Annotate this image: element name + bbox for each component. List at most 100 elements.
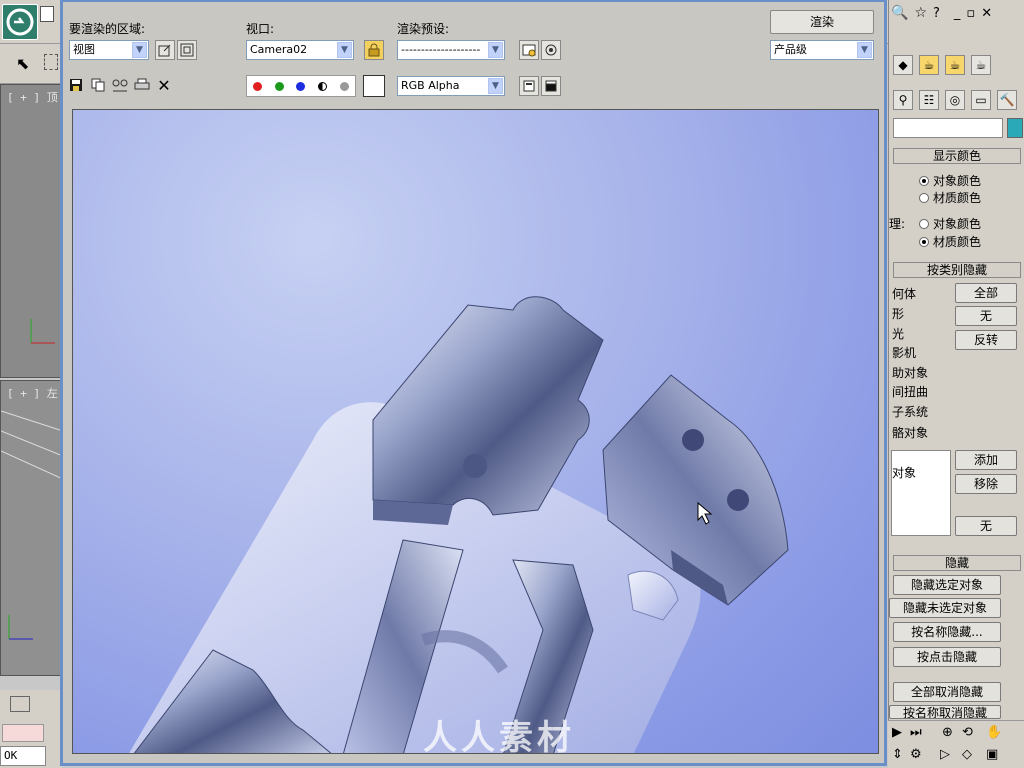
category-shapes[interactable]: 形 bbox=[892, 305, 904, 322]
category-space-warps[interactable]: 间扭曲 bbox=[892, 383, 928, 400]
goto-end-icon[interactable]: ⏭ bbox=[910, 725, 922, 740]
app-logo-icon[interactable] bbox=[2, 4, 38, 40]
star-icon[interactable]: ☆ bbox=[914, 5, 927, 21]
rollout-display-color[interactable]: 显示颜色 bbox=[893, 148, 1021, 164]
viewport-grid-lines bbox=[1, 410, 63, 480]
clear-icon[interactable]: ✕ bbox=[155, 76, 173, 95]
restore-icon[interactable]: ▫ bbox=[966, 6, 975, 21]
red-channel-icon[interactable] bbox=[249, 77, 267, 95]
viewport-left-label[interactable]: [ + ] 左 bbox=[7, 385, 58, 401]
hide-selected-button[interactable]: 隐藏选定对象 bbox=[893, 575, 1001, 595]
pan-icon[interactable]: ✋ bbox=[986, 725, 1002, 740]
print-image-icon[interactable] bbox=[133, 76, 151, 94]
viewport-top[interactable]: [ + ] 顶 bbox=[0, 84, 62, 378]
category-cameras[interactable]: 影机 bbox=[892, 344, 916, 361]
monochrome-icon[interactable] bbox=[335, 77, 353, 95]
object-name-field[interactable] bbox=[893, 118, 1003, 138]
radio-material-color-2[interactable]: 材质颜色 bbox=[919, 233, 981, 250]
blue-channel-icon[interactable] bbox=[292, 77, 310, 95]
edit-region-icon[interactable] bbox=[155, 40, 175, 60]
category-particle-systems[interactable]: 子系统 bbox=[892, 403, 928, 420]
green-channel-icon[interactable] bbox=[270, 77, 288, 95]
orbit-icon[interactable]: ⟲ bbox=[962, 725, 973, 740]
search-icon[interactable]: 🔍 bbox=[891, 5, 908, 21]
toggle-ui-icon[interactable] bbox=[541, 76, 561, 96]
chevron-down-icon[interactable]: ▼ bbox=[488, 78, 503, 94]
remove-button[interactable]: 移除 bbox=[955, 474, 1017, 494]
teapot-tab-icon[interactable]: ☕ bbox=[919, 55, 939, 75]
select-arrow-icon[interactable]: ⬉ bbox=[16, 54, 29, 73]
viewport-left[interactable]: [ + ] 左 bbox=[0, 380, 63, 676]
frame-spinner-icon[interactable]: ⇕ bbox=[892, 747, 903, 762]
play-button-icon[interactable]: ▶ bbox=[892, 725, 902, 740]
render-preset-label: 渲染预设: bbox=[397, 22, 450, 36]
object-color-swatch[interactable] bbox=[1007, 118, 1023, 138]
clone-frame-window-icon[interactable] bbox=[111, 76, 129, 94]
add-button[interactable]: 添加 bbox=[955, 450, 1017, 470]
hide-unselected-button[interactable]: 隐藏未选定对象 bbox=[889, 598, 1001, 618]
close-icon[interactable]: ✕ bbox=[981, 6, 992, 21]
rollout-hide-by-category[interactable]: 按类别隐藏 bbox=[893, 262, 1021, 278]
chevron-down-icon[interactable]: ▼ bbox=[337, 42, 352, 58]
lock-icon[interactable] bbox=[364, 40, 384, 60]
monitor-icon[interactable]: ▭ bbox=[971, 90, 991, 110]
render-button[interactable]: 渲染 bbox=[770, 10, 874, 34]
toggle-ui-overlay-icon[interactable] bbox=[519, 76, 539, 96]
new-file-icon[interactable] bbox=[40, 6, 54, 22]
chevron-down-icon[interactable]: ▼ bbox=[488, 42, 503, 58]
category-bone-objects[interactable]: 骼对象 bbox=[892, 424, 928, 441]
minimize-icon[interactable]: _ bbox=[954, 6, 961, 21]
teapot-icon[interactable]: ☕ bbox=[971, 55, 991, 75]
unhide-by-name-button[interactable]: 按名称取消隐藏 bbox=[889, 705, 1001, 719]
category-lights[interactable]: 光 bbox=[892, 325, 904, 342]
category-all-button[interactable]: 全部 bbox=[955, 283, 1017, 303]
status-field: OK bbox=[0, 746, 46, 766]
list-none-button[interactable]: 无 bbox=[955, 516, 1017, 536]
display-channel-select[interactable]: RGB Alpha ▼ bbox=[397, 76, 505, 96]
select-region-icon[interactable] bbox=[44, 54, 58, 70]
render-area-select[interactable]: 视图 ▼ bbox=[69, 40, 149, 60]
alpha-channel-icon[interactable] bbox=[314, 77, 332, 95]
display-icon[interactable]: ◎ bbox=[945, 90, 965, 110]
save-image-icon[interactable] bbox=[67, 76, 85, 94]
category-helpers[interactable]: 助对象 bbox=[892, 364, 928, 381]
radio-object-color-2[interactable]: 对象颜色 bbox=[919, 215, 981, 232]
category-geometry[interactable]: 何体 bbox=[892, 285, 916, 302]
rendered-image: 人人素材 bbox=[72, 109, 879, 754]
render-preset-select[interactable]: -------------------- ▼ bbox=[397, 40, 505, 60]
panel-top-icons: 🔍 ☆ ? _ ▫ ✕ bbox=[891, 2, 1023, 24]
utilities-hammer-icon[interactable]: 🔨 bbox=[997, 90, 1017, 110]
hierarchy-icon[interactable]: ☷ bbox=[919, 90, 939, 110]
maximize-viewport-icon[interactable]: ▣ bbox=[986, 747, 998, 762]
render-setup-icon[interactable] bbox=[519, 40, 539, 60]
help-icon[interactable]: ? bbox=[933, 6, 940, 21]
environment-effects-icon[interactable] bbox=[541, 40, 561, 60]
motion-icon[interactable]: ⚲ bbox=[893, 90, 913, 110]
maxscript-listener[interactable] bbox=[2, 724, 44, 742]
field-of-view-icon[interactable]: ◇ bbox=[962, 747, 972, 762]
radio-material-color-1[interactable]: 材质颜色 bbox=[919, 189, 981, 206]
rollout-hide[interactable]: 隐藏 bbox=[893, 555, 1021, 571]
watermark-text: 人人素材 bbox=[423, 718, 575, 754]
hide-by-name-button[interactable]: 按名称隐藏... bbox=[893, 622, 1001, 642]
chevron-down-icon[interactable]: ▼ bbox=[132, 42, 147, 58]
object-list[interactable]: 对象 bbox=[891, 450, 951, 536]
render-quality-select[interactable]: 产品级 ▼ bbox=[770, 40, 874, 60]
color-swatch[interactable] bbox=[363, 75, 385, 97]
viewport-top-label[interactable]: [ + ] 顶 bbox=[7, 89, 58, 105]
category-invert-button[interactable]: 反转 bbox=[955, 330, 1017, 350]
walkthrough-icon[interactable]: ▷ bbox=[940, 747, 950, 762]
viewport-select[interactable]: Camera02 ▼ bbox=[246, 40, 354, 60]
copy-image-icon[interactable] bbox=[89, 76, 107, 94]
auto-region-icon[interactable] bbox=[177, 40, 197, 60]
radio-object-color-1[interactable]: 对象颜色 bbox=[919, 172, 981, 189]
teapot-render-icon[interactable]: ☕ bbox=[945, 55, 965, 75]
unhide-all-button[interactable]: 全部取消隐藏 bbox=[893, 682, 1001, 702]
category-none-button[interactable]: 无 bbox=[955, 306, 1017, 326]
chevron-down-icon[interactable]: ▼ bbox=[857, 42, 872, 58]
create-tab-icon[interactable]: ◆ bbox=[893, 55, 913, 75]
key-filter-icon[interactable] bbox=[10, 696, 30, 712]
time-config-icon[interactable]: ⚙ bbox=[910, 747, 922, 762]
hide-by-hit-button[interactable]: 按点击隐藏 bbox=[893, 647, 1001, 667]
zoom-extents-icon[interactable]: ⊕ bbox=[942, 725, 953, 740]
